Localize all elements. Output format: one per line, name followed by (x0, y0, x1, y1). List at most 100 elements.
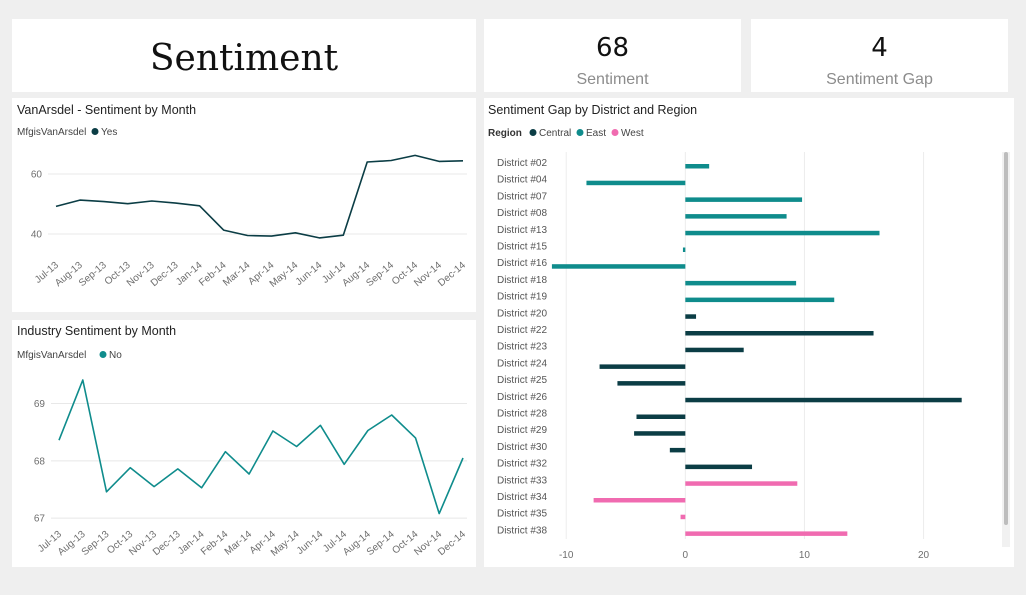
bar[interactable] (599, 364, 686, 369)
category-label: District #32 (497, 459, 547, 470)
legend-item-central[interactable]: Central (539, 128, 571, 139)
category-label: District #30 (497, 442, 547, 453)
x-tick-label: Sep-14 (365, 529, 397, 558)
bar[interactable] (617, 381, 686, 386)
data-point[interactable] (293, 231, 297, 235)
bar[interactable] (685, 314, 697, 319)
data-point[interactable] (150, 199, 154, 203)
series-line[interactable] (55, 154, 464, 239)
data-point[interactable] (223, 450, 227, 454)
data-point[interactable] (413, 153, 417, 157)
data-point[interactable] (126, 202, 130, 206)
sentiment-card[interactable]: 68 Sentiment (484, 19, 741, 92)
data-point[interactable] (176, 467, 180, 471)
data-point[interactable] (390, 413, 394, 417)
report-title-card: Sentiment (12, 19, 476, 92)
sentiment-gap-chart[interactable]: Sentiment Gap by District and Region Reg… (484, 98, 1014, 567)
bar[interactable] (685, 331, 874, 336)
data-point[interactable] (366, 428, 370, 432)
legend-item-west[interactable]: West (621, 128, 644, 139)
data-point[interactable] (247, 472, 251, 476)
category-label: District #15 (497, 242, 547, 253)
category-label: District #02 (497, 158, 547, 169)
chart-title: Sentiment Gap by District and Region (488, 103, 697, 117)
legend-marker-west (611, 129, 619, 136)
data-point[interactable] (437, 512, 441, 516)
data-point[interactable] (318, 423, 322, 427)
bar[interactable] (685, 297, 835, 303)
bar[interactable] (685, 397, 962, 403)
series-line[interactable] (58, 379, 464, 515)
data-point[interactable] (246, 234, 250, 238)
bar[interactable] (685, 230, 880, 236)
data-point[interactable] (365, 160, 369, 164)
bar[interactable] (685, 197, 803, 202)
scrollbar-thumb[interactable] (1004, 152, 1008, 525)
data-point[interactable] (78, 198, 82, 202)
category-label: District #18 (497, 275, 547, 286)
legend-title: MfgisVanArsdel (17, 127, 86, 138)
bar[interactable] (551, 264, 686, 269)
data-point[interactable] (81, 378, 85, 382)
data-point[interactable] (342, 462, 346, 466)
bar[interactable] (685, 214, 787, 219)
industry-sentiment-chart[interactable]: Industry Sentiment by Month MfgisVanArsd… (12, 320, 476, 567)
data-point[interactable] (152, 485, 156, 489)
bar[interactable] (685, 347, 744, 353)
data-point[interactable] (269, 234, 273, 238)
data-point[interactable] (105, 490, 109, 494)
bar[interactable] (685, 164, 710, 169)
legend-item-no[interactable]: No (109, 350, 122, 361)
category-label: District #25 (497, 375, 547, 386)
bar[interactable] (680, 514, 686, 520)
category-label: District #29 (497, 425, 547, 436)
data-point[interactable] (341, 233, 345, 237)
category-label: District #16 (497, 258, 547, 269)
category-label: District #19 (497, 292, 547, 303)
sentiment-gap-value: 4 (871, 33, 888, 63)
data-point[interactable] (295, 445, 299, 449)
category-label: District #33 (497, 475, 547, 486)
data-point[interactable] (317, 236, 321, 240)
data-point[interactable] (222, 228, 226, 232)
data-point[interactable] (54, 204, 58, 208)
data-point[interactable] (200, 486, 204, 490)
data-point[interactable] (128, 466, 132, 470)
bar[interactable] (685, 481, 798, 486)
chart-title: Industry Sentiment by Month (17, 324, 176, 338)
data-point[interactable] (461, 159, 465, 163)
data-point[interactable] (389, 159, 393, 163)
category-label: District #35 (497, 509, 547, 520)
category-label: District #28 (497, 409, 547, 420)
bar[interactable] (685, 531, 848, 536)
data-point[interactable] (102, 200, 106, 204)
plot-area: 4060Jul-13Aug-13Sep-13Oct-13Nov-13Dec-13… (31, 153, 468, 290)
data-point[interactable] (271, 429, 275, 433)
data-point[interactable] (57, 438, 61, 442)
data-point[interactable] (461, 456, 465, 460)
legend-marker-east (576, 129, 584, 136)
data-point[interactable] (437, 159, 441, 163)
data-point[interactable] (198, 204, 202, 208)
bar[interactable] (634, 431, 686, 436)
sentiment-gap-card[interactable]: 4 Sentiment Gap (751, 19, 1008, 92)
sentiment-value: 68 (595, 33, 630, 63)
x-tick-label: Sep-13 (80, 529, 112, 558)
bar-chart-svg: Sentiment Gap by District and Region Reg… (488, 103, 1010, 561)
data-point[interactable] (413, 436, 417, 440)
legend-item-yes[interactable]: Yes (101, 127, 117, 138)
vanarsdel-sentiment-chart[interactable]: VanArsdel - Sentiment by Month MfgisVanA… (12, 98, 476, 312)
bar[interactable] (685, 280, 797, 286)
category-label: District #04 (497, 175, 547, 186)
legend-item-east[interactable]: East (586, 128, 606, 139)
bar[interactable] (593, 498, 686, 503)
data-point[interactable] (174, 201, 178, 205)
y-tick-label: 40 (31, 230, 43, 241)
bar[interactable] (586, 180, 686, 186)
bar[interactable] (685, 464, 753, 470)
bar[interactable] (682, 247, 686, 253)
vanarsdel-line-chart-svg: VanArsdel - Sentiment by Month MfgisVanA… (17, 103, 468, 290)
x-tick-label: Dec-13 (151, 529, 183, 558)
bar[interactable] (636, 414, 686, 420)
bar[interactable] (669, 447, 686, 453)
